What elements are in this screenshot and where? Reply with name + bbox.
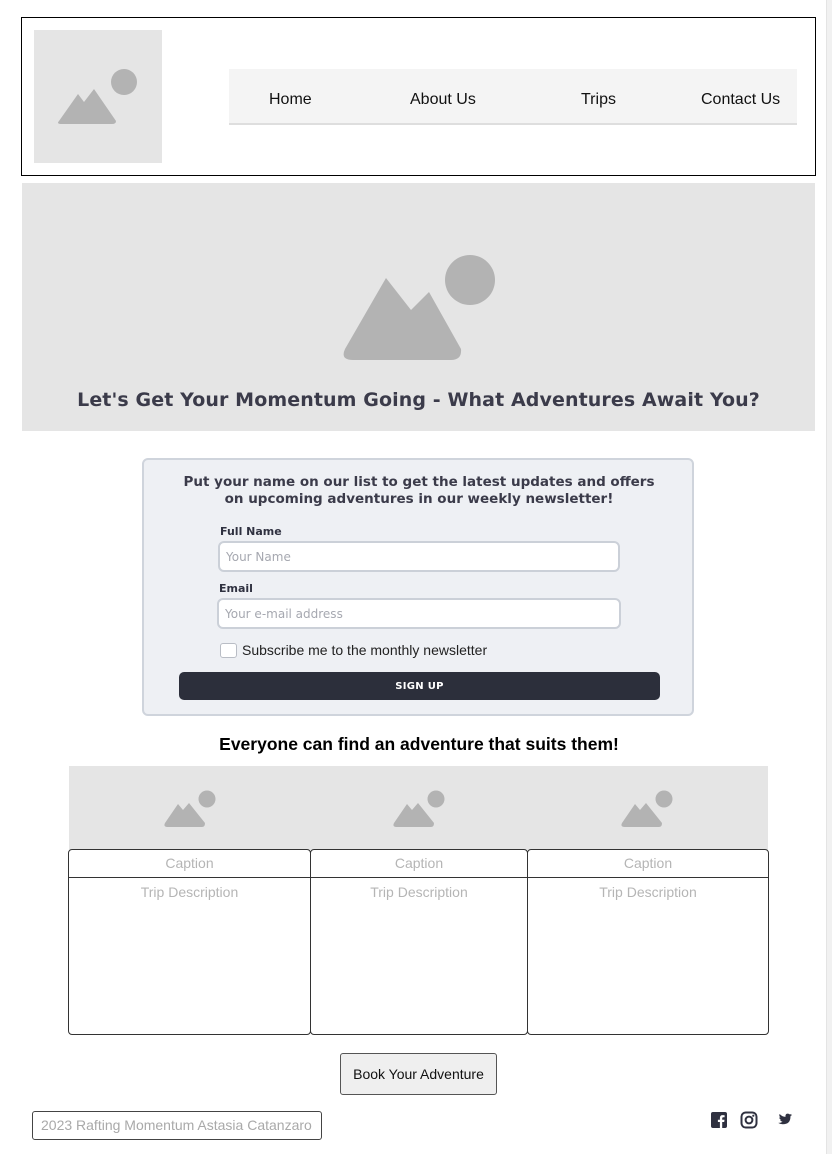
nav-trips[interactable]: Trips bbox=[581, 91, 616, 109]
image-placeholder-icon bbox=[343, 255, 495, 360]
trip-description: Trip Description bbox=[68, 877, 311, 1035]
twitter-icon[interactable] bbox=[776, 1111, 793, 1129]
image-placeholder-icon bbox=[621, 790, 673, 827]
book-adventure-button[interactable]: Book Your Adventure bbox=[340, 1053, 497, 1095]
logo[interactable] bbox=[34, 30, 162, 163]
trip-description: Trip Description bbox=[527, 877, 769, 1035]
newsletter-intro: Put your name on our list to get the lat… bbox=[183, 474, 655, 507]
nav-contact-us[interactable]: Contact Us bbox=[701, 91, 780, 109]
instagram-icon[interactable] bbox=[740, 1111, 758, 1129]
trip-description: Trip Description bbox=[310, 877, 528, 1035]
subscribe-row: Subscribe me to the monthly newsletter bbox=[220, 642, 487, 658]
main-nav: Home About Us Trips Contact Us bbox=[229, 69, 797, 125]
facebook-icon[interactable] bbox=[710, 1111, 728, 1129]
email-input[interactable] bbox=[217, 598, 621, 629]
trip-image[interactable] bbox=[311, 766, 528, 850]
trip-image[interactable] bbox=[528, 766, 768, 850]
subscribe-checkbox[interactable] bbox=[220, 642, 237, 658]
signup-button[interactable]: SIGN UP bbox=[179, 672, 660, 700]
trip-caption: Caption bbox=[68, 849, 311, 878]
nav-about-us[interactable]: About Us bbox=[410, 91, 476, 109]
hero-title: Let's Get Your Momentum Going - What Adv… bbox=[77, 389, 760, 411]
trip-caption: Caption bbox=[527, 849, 769, 878]
newsletter-form: Put your name on our list to get the lat… bbox=[142, 458, 694, 716]
image-placeholder-icon bbox=[164, 790, 216, 827]
scrollbar[interactable] bbox=[826, 0, 832, 1154]
site-header: Home About Us Trips Contact Us bbox=[21, 17, 816, 176]
hero-banner: Let's Get Your Momentum Going - What Adv… bbox=[22, 183, 815, 431]
full-name-label: Full Name bbox=[220, 525, 282, 538]
footer-copyright: 2023 Rafting Momentum Astasia Catanzaro bbox=[32, 1111, 322, 1140]
email-label: Email bbox=[219, 582, 253, 595]
trip-image[interactable] bbox=[69, 766, 311, 850]
image-placeholder-icon bbox=[393, 790, 445, 827]
full-name-input[interactable] bbox=[218, 541, 620, 572]
trip-caption: Caption bbox=[310, 849, 528, 878]
trips-heading: Everyone can find an adventure that suit… bbox=[219, 734, 619, 754]
subscribe-label[interactable]: Subscribe me to the monthly newsletter bbox=[242, 642, 487, 658]
image-placeholder-icon bbox=[58, 69, 137, 124]
nav-home[interactable]: Home bbox=[269, 91, 312, 109]
